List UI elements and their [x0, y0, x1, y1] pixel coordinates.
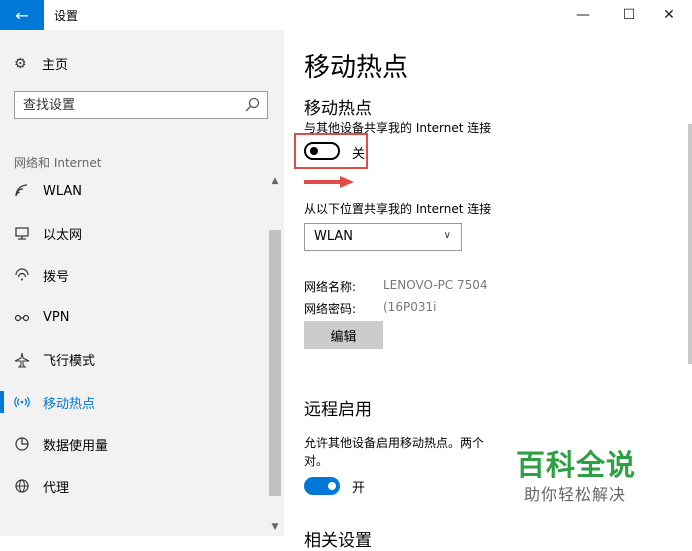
scroll-down-icon[interactable]: ▼: [268, 522, 282, 532]
remote-toggle[interactable]: [304, 477, 340, 495]
sidebar-scrollbar[interactable]: ▲ ▼: [268, 174, 282, 534]
back-button[interactable]: ←: [0, 0, 44, 30]
select-value: WLAN: [314, 229, 354, 244]
remote-description-cont: 对。: [304, 454, 329, 468]
remote-toggle-label: 开: [352, 481, 366, 496]
minimize-button[interactable]: —: [560, 0, 606, 30]
section-label: 网络和 Internet: [14, 156, 102, 170]
dialup-icon: [14, 267, 30, 283]
vpn-icon: [14, 310, 30, 326]
chevron-down-icon: ∨: [443, 230, 451, 241]
network-password-value: (16P031i: [383, 300, 437, 314]
home-label: 主页: [42, 58, 69, 73]
sidebar-item-ethernet[interactable]: 以太网: [0, 212, 284, 254]
sidebar-nav: WLAN 以太网 拨号 VPN 飞行模式 移动热点 数据使用量 代理: [0, 170, 284, 508]
related-settings-heading: 相关设置: [304, 531, 372, 551]
sidebar-item-label: VPN: [43, 310, 70, 326]
edit-button[interactable]: 编辑: [304, 321, 383, 349]
hotspot-icon: [14, 394, 30, 410]
sidebar-item-label: 以太网: [43, 227, 83, 243]
sidebar-item-vpn[interactable]: VPN: [0, 297, 284, 339]
ethernet-icon: [14, 225, 30, 241]
sidebar-item-label: 移动热点: [43, 396, 96, 412]
sidebar-item-label: 代理: [43, 480, 70, 496]
remote-description: 允许其他设备启用移动热点。两个: [304, 436, 485, 450]
sidebar-item-home[interactable]: ⚙ 主页: [14, 54, 69, 74]
sidebar-item-airplane[interactable]: 飞行模式: [0, 339, 284, 381]
title-bar: ← 设置 — ☐ ✕: [0, 0, 692, 30]
page-title: 移动热点: [304, 53, 409, 83]
network-name-value: LENOVO-PC 7504: [383, 278, 488, 292]
share-from-label: 从以下位置共享我的 Internet 连接: [304, 202, 492, 216]
search-input[interactable]: [15, 92, 233, 117]
sidebar-item-hotspot[interactable]: 移动热点: [0, 381, 284, 423]
window-title: 设置: [54, 9, 79, 23]
gear-icon: ⚙: [14, 55, 27, 72]
search-box: [14, 91, 268, 119]
share-from-select[interactable]: WLAN ∨: [304, 223, 462, 251]
airplane-icon: [14, 352, 30, 368]
sidebar-item-label: 拨号: [43, 269, 70, 285]
toggle-knob: [310, 147, 318, 155]
sidebar-item-proxy[interactable]: 代理: [0, 465, 284, 507]
hotspot-heading: 移动热点: [304, 99, 372, 119]
sidebar: ⚙ 主页 网络和 Internet WLAN 以太网 拨号: [0, 30, 284, 536]
sidebar-item-label: WLAN: [43, 183, 83, 199]
search-icon[interactable]: [243, 96, 261, 114]
wifi-icon: [14, 183, 30, 199]
globe-icon: [14, 478, 30, 494]
sidebar-item-label: 数据使用量: [43, 438, 109, 454]
scrollbar-thumb[interactable]: [269, 230, 281, 496]
sidebar-item-label: 飞行模式: [43, 354, 96, 370]
network-name-key: 网络名称:: [304, 280, 357, 294]
remote-heading: 远程启用: [304, 400, 372, 420]
sidebar-item-data-usage[interactable]: 数据使用量: [0, 423, 284, 465]
toggle-knob: [328, 482, 336, 490]
scroll-up-icon[interactable]: ▲: [268, 176, 282, 186]
red-arrow-icon: [304, 176, 354, 188]
data-usage-icon: [14, 436, 30, 452]
sidebar-item-dialup[interactable]: 拨号: [0, 254, 284, 296]
main-scrollbar[interactable]: [688, 124, 692, 364]
network-password-key: 网络密码:: [304, 302, 357, 316]
watermark-subtitle: 助你轻松解决: [524, 485, 627, 504]
hotspot-toggle[interactable]: [304, 142, 340, 160]
close-button[interactable]: ✕: [646, 0, 692, 30]
sidebar-item-wlan[interactable]: WLAN: [0, 170, 284, 212]
watermark-title: 百科全说: [516, 448, 637, 482]
hotspot-toggle-label: 关: [352, 147, 366, 162]
